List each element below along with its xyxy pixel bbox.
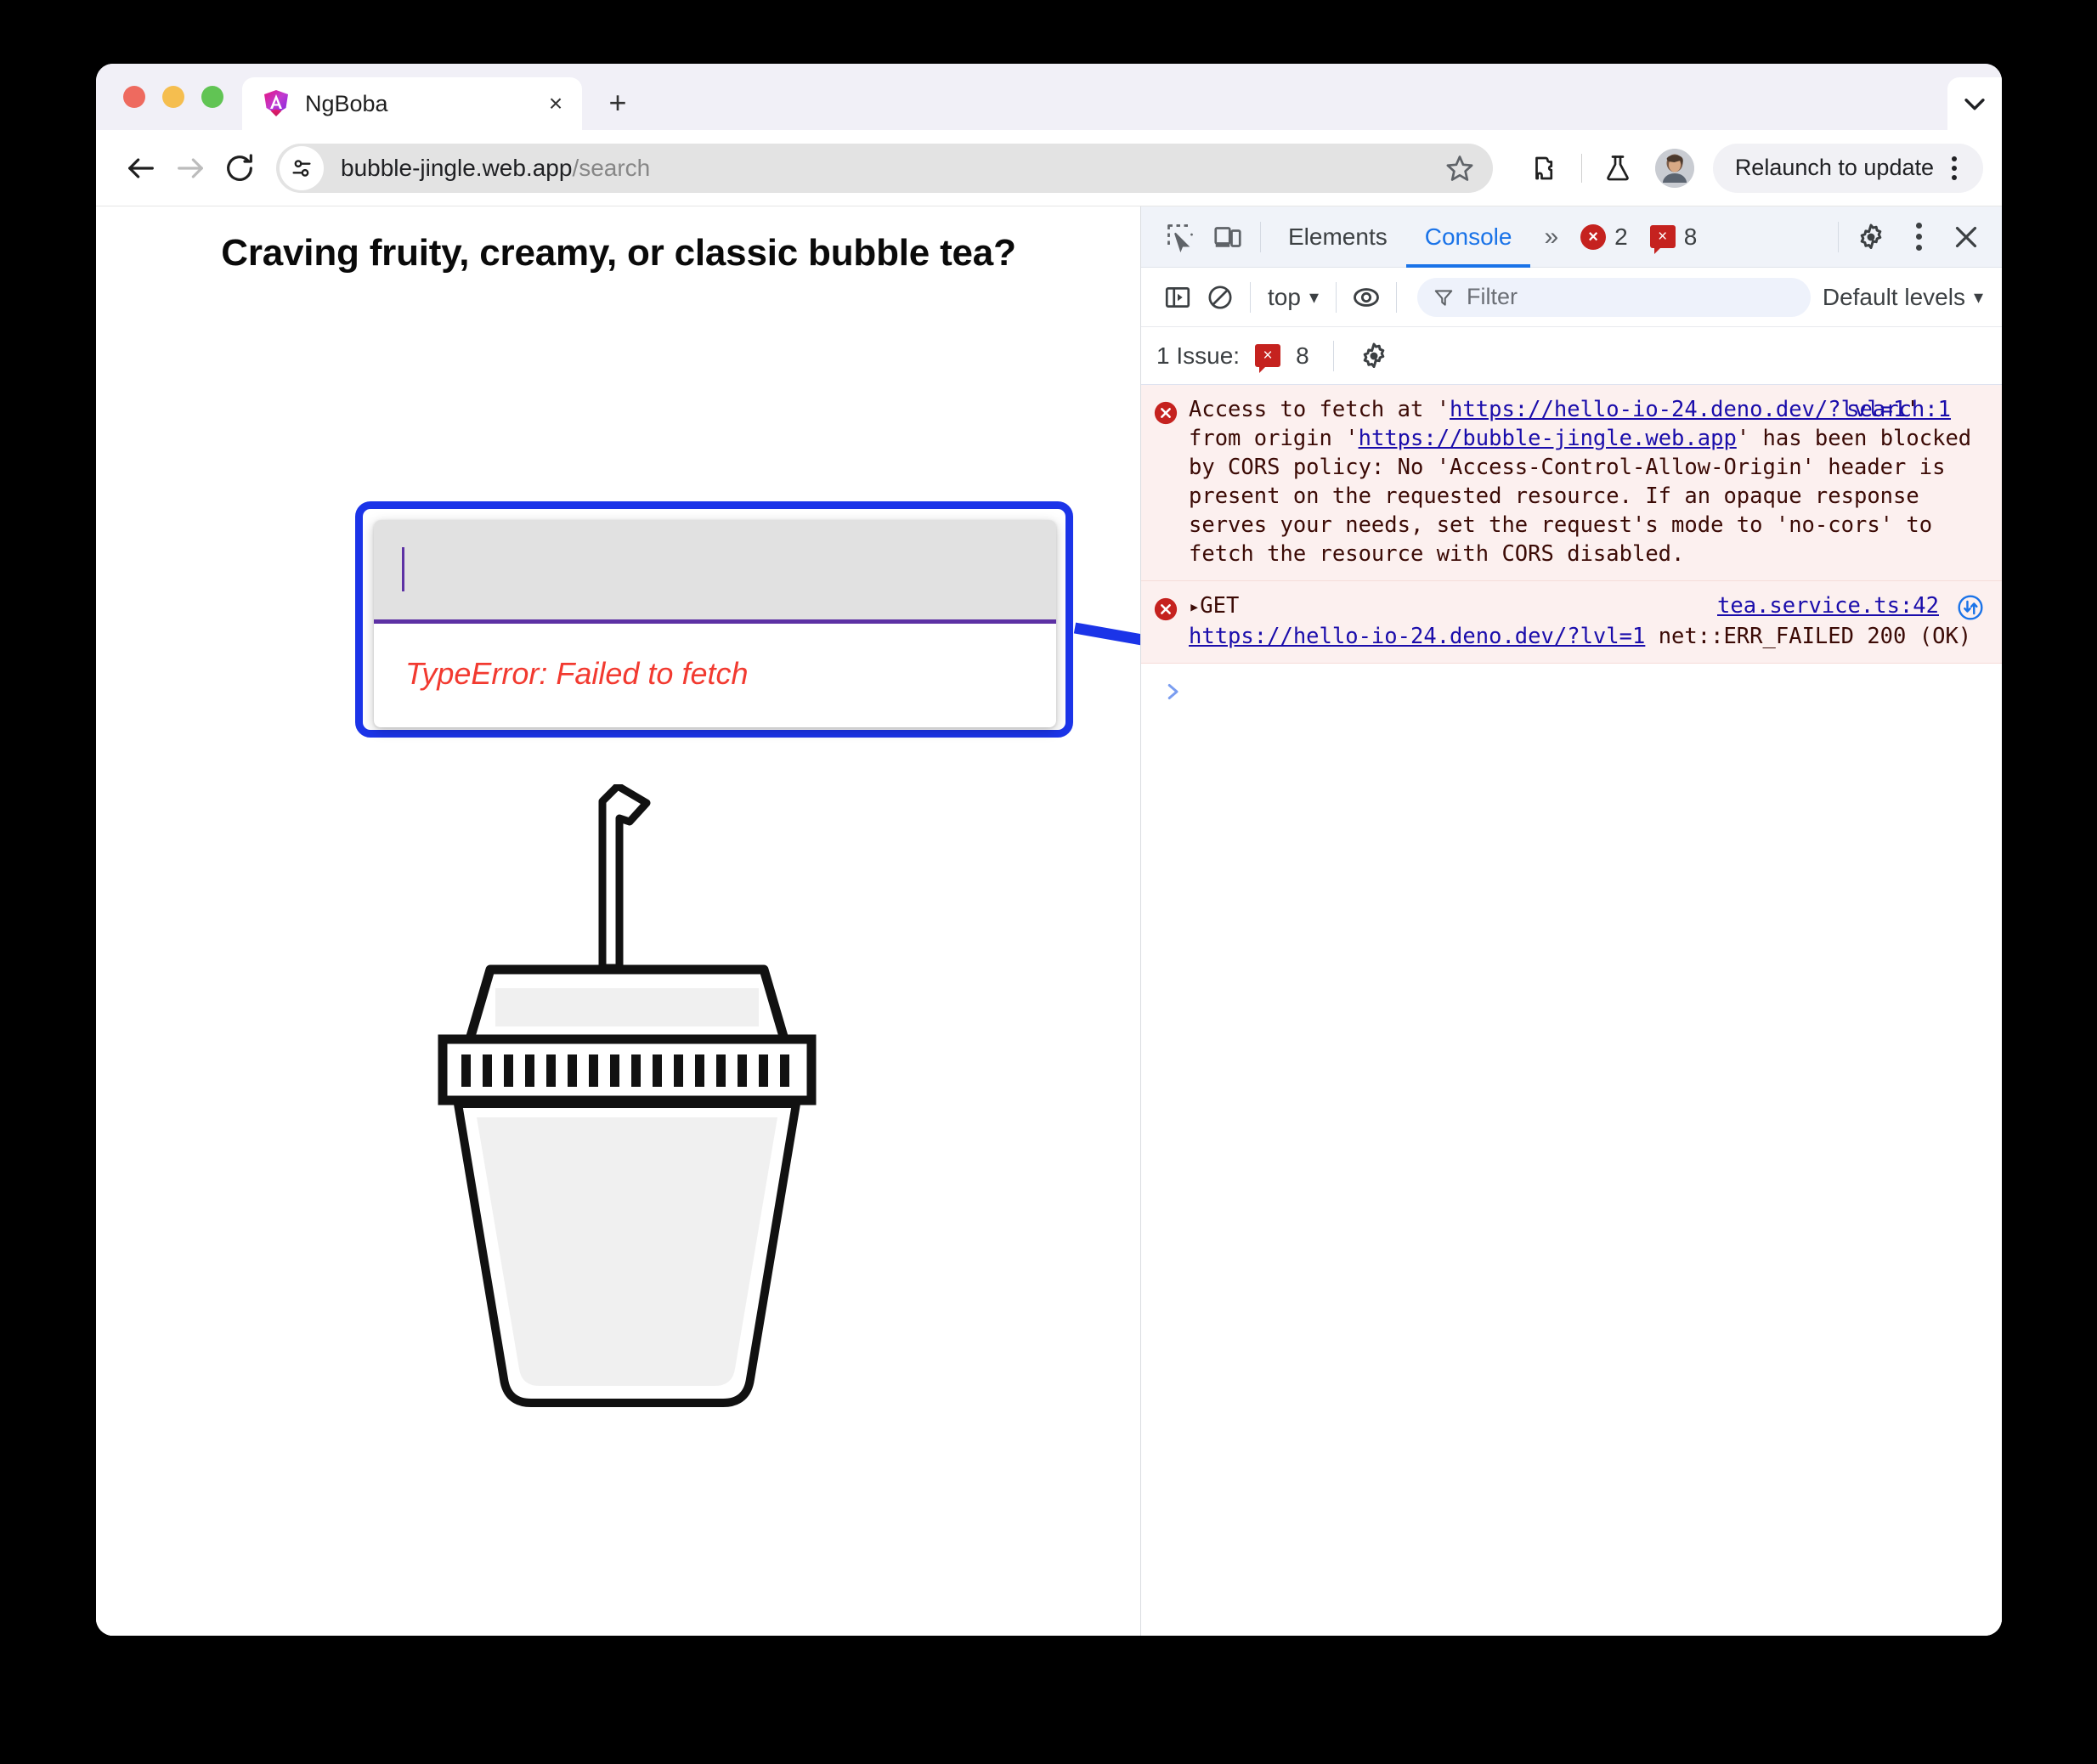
annotation-arrow [1071, 614, 1140, 708]
msg2-part-0: GET [1200, 593, 1240, 619]
msg2-part-2: net::ERR_FAILED 200 (OK) [1645, 624, 1972, 649]
tab-elements[interactable]: Elements [1269, 206, 1406, 268]
filter-funnel-icon [1433, 286, 1455, 308]
device-toolbar-icon[interactable] [1204, 213, 1252, 261]
reload-icon[interactable] [215, 144, 264, 193]
clear-console-icon[interactable] [1199, 276, 1241, 319]
console-output[interactable]: Access to fetch at 'https://hello-io-24.… [1141, 385, 2002, 1636]
console-context-selector[interactable]: top ▾ [1259, 284, 1327, 311]
text-caret [402, 547, 404, 591]
tab-console[interactable]: Console [1406, 206, 1531, 268]
window-close-button[interactable] [123, 86, 145, 108]
msg2-link-request-url[interactable]: https://hello-io-24.deno.dev/?lvl=1 [1189, 624, 1645, 649]
tune-settings-icon[interactable] [280, 145, 324, 190]
profile-avatar[interactable] [1654, 148, 1694, 188]
forward-arrow-icon [166, 144, 215, 193]
console-error-message[interactable]: Access to fetch at 'https://hello-io-24.… [1141, 385, 2002, 581]
console-input-prompt[interactable] [1141, 664, 2002, 706]
devtools-divider-2 [1838, 221, 1839, 252]
filterbar-divider-2 [1335, 281, 1337, 313]
open-in-network-panel-icon[interactable] [1956, 593, 1985, 622]
devtools-tabbar: Elements Console » × 2 × 8 [1141, 206, 2002, 268]
levels-label: Default levels [1822, 283, 1965, 310]
console-source-link[interactable]: tea.service.ts:42 [1717, 593, 1939, 619]
console-log-levels-dropdown[interactable]: Default levels ▾ [1823, 284, 1990, 311]
inspect-element-icon[interactable] [1156, 213, 1204, 261]
page-title: Craving fruity, creamy, or classic bubbl… [221, 232, 1016, 274]
browser-window: NgBoba × + bubble-jingle.web.app/search … [96, 64, 2002, 1636]
issuebar-divider [1332, 340, 1334, 371]
flask-beaker-icon[interactable] [1596, 146, 1640, 190]
window-traffic-lights [96, 86, 242, 130]
console-filter-input[interactable]: Filter [1416, 277, 1811, 317]
issue-badge-icon: × [1649, 225, 1676, 254]
toolbar-divider [1580, 153, 1582, 183]
msg1-part-0: Access to fetch at ' [1189, 397, 1450, 422]
filter-placeholder: Filter [1466, 284, 1518, 309]
back-arrow-icon[interactable] [116, 144, 166, 193]
filterbar-divider-3 [1395, 281, 1397, 313]
expand-triangle-icon[interactable]: ▸ [1189, 596, 1200, 618]
devtools-panel: Elements Console » × 2 × 8 top ▾ Filter … [1141, 206, 2002, 1636]
more-tabs-chevron-icon[interactable]: » [1530, 206, 1572, 268]
console-source-link[interactable]: search:1 [1846, 397, 1951, 422]
content-area: Craving fruity, creamy, or classic bubbl… [96, 206, 2002, 1636]
console-error-message[interactable]: ▸GET https://hello-io-24.deno.dev/?lvl=1… [1141, 581, 2002, 664]
devtools-error-badges[interactable]: × 2 × 8 [1580, 223, 1698, 254]
error-count: 2 [1614, 223, 1628, 250]
gear-icon[interactable] [1847, 213, 1895, 261]
eye-icon[interactable] [1345, 276, 1388, 319]
new-tab-button[interactable]: + [594, 79, 642, 127]
msg1-link-origin-url[interactable]: https://bubble-jingle.web.app [1359, 426, 1737, 451]
angular-logo-icon [261, 88, 291, 119]
search-card-highlight-annotation: TypeError: Failed to fetch [355, 501, 1073, 738]
chevron-down-icon: ▾ [1309, 286, 1319, 308]
three-dot-menu-icon[interactable] [1934, 148, 1975, 189]
console-issue-bar[interactable]: 1 Issue: × 8 [1141, 327, 2002, 385]
chevron-down-icon: ▾ [1973, 286, 1983, 308]
gear-icon[interactable] [1358, 340, 1390, 372]
search-input[interactable] [374, 520, 1056, 624]
web-page-viewport: Craving fruity, creamy, or classic bubbl… [96, 206, 1141, 1636]
filterbar-divider-1 [1250, 281, 1251, 313]
url-path: /search [572, 154, 651, 181]
issue-bar-count: 8 [1296, 342, 1309, 369]
search-error-message: TypeError: Failed to fetch [405, 656, 749, 691]
browser-toolbar: bubble-jingle.web.app/search Relaunch to… [96, 130, 2002, 206]
star-outline-icon[interactable] [1439, 147, 1481, 189]
issue-bar-label: 1 Issue: [1156, 342, 1241, 369]
issue-count: 8 [1683, 223, 1698, 250]
issue-badge-icon: × [1255, 344, 1281, 373]
url-text: bubble-jingle.web.app/search [341, 155, 1439, 182]
console-filter-bar: top ▾ Filter Default levels ▾ [1141, 268, 2002, 327]
window-maximize-button[interactable] [201, 86, 223, 108]
boba-tea-cup-illustration [436, 782, 818, 1413]
window-minimize-button[interactable] [162, 86, 184, 108]
error-circle-icon: × [1580, 223, 1607, 250]
close-icon[interactable] [1942, 213, 1990, 261]
tab-close-icon[interactable]: × [541, 89, 570, 118]
url-host: bubble-jingle.web.app [341, 154, 573, 181]
tab-title: NgBoba [305, 90, 388, 116]
console-prompt-chevron-icon [1160, 677, 1185, 706]
console-sidebar-icon[interactable] [1156, 276, 1199, 319]
extension-puzzle-icon[interactable] [1523, 146, 1568, 190]
devtools-divider [1260, 221, 1261, 252]
context-label: top [1268, 283, 1301, 310]
relaunch-label: Relaunch to update [1734, 155, 1934, 180]
search-card: TypeError: Failed to fetch [374, 520, 1056, 727]
error-circle-icon [1153, 395, 1189, 568]
msg1-link-request-url[interactable]: https://hello-io-24.deno.dev/?lvl=1 [1450, 397, 1906, 422]
relaunch-to-update-button[interactable]: Relaunch to update [1712, 143, 1983, 193]
error-circle-icon [1153, 591, 1189, 651]
three-dot-menu-icon[interactable] [1895, 213, 1942, 261]
chevron-down-icon[interactable] [1947, 77, 2002, 130]
browser-tab-ngboba[interactable]: NgBoba × [242, 77, 582, 130]
tab-strip: NgBoba × + [96, 64, 2002, 130]
address-bar[interactable]: bubble-jingle.web.app/search [276, 143, 1493, 193]
